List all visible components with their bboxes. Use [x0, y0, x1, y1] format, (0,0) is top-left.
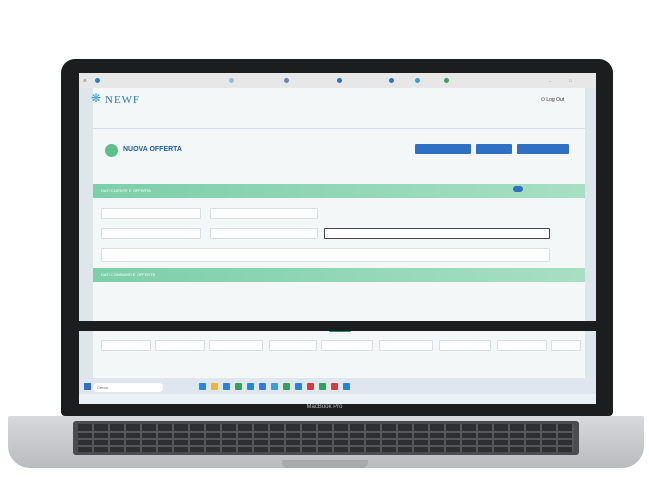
taskbar-app-icon[interactable]	[343, 383, 350, 390]
taskbar-app-icon[interactable]	[331, 383, 338, 390]
field[interactable]	[439, 340, 491, 351]
browser-menu-icon[interactable]: ☰	[83, 77, 87, 84]
section-title: DATI CONSUMO E OFFERTE	[101, 272, 156, 277]
client-field[interactable]	[101, 208, 201, 219]
field[interactable]	[321, 340, 373, 351]
keyboard-row-gap	[78, 438, 574, 440]
taskbar-app-icon[interactable]	[295, 383, 302, 390]
section-client-offer: DATI CLIENTE E OFFERTA	[93, 184, 585, 198]
field[interactable]	[497, 340, 547, 351]
field[interactable]	[101, 228, 201, 239]
screen: ☰ – □ ❋ NEWF ⏻ Log Out NUOVA OFFERTA DAT…	[79, 73, 596, 404]
page-left-margin	[79, 88, 93, 378]
field[interactable]	[155, 340, 205, 351]
header-button-1[interactable]	[415, 144, 471, 154]
browser-tab[interactable]	[444, 77, 450, 84]
logout-label: Log Out	[546, 97, 565, 103]
browser-tab-bar: ☰ – □	[79, 73, 596, 88]
notes-field[interactable]	[101, 248, 550, 262]
taskbar-app-icon[interactable]	[319, 383, 326, 390]
section-title: DATI CLIENTE E OFFERTA	[101, 188, 152, 193]
browser-tab[interactable]	[95, 77, 101, 84]
device-label: MacBook Pro	[306, 404, 343, 410]
page-title: NUOVA OFFERTA	[123, 146, 182, 153]
field[interactable]	[210, 228, 318, 239]
taskbar-search[interactable]: Cerca	[93, 383, 163, 392]
divider	[93, 128, 585, 129]
offer-select[interactable]	[210, 208, 318, 219]
page-icon	[105, 144, 118, 157]
screen-chin	[79, 321, 596, 331]
trackpad-notch	[282, 460, 368, 468]
field[interactable]	[101, 340, 151, 351]
browser-tab[interactable]	[229, 77, 235, 84]
header-button-2[interactable]	[476, 144, 512, 154]
header-button-3[interactable]	[517, 144, 569, 154]
taskbar-app-icon[interactable]	[271, 383, 278, 390]
keyboard-row-gap	[78, 445, 574, 447]
page-right-margin	[585, 88, 596, 378]
browser-tab[interactable]	[284, 77, 290, 84]
taskbar-app-icon[interactable]	[283, 383, 290, 390]
field[interactable]	[269, 340, 317, 351]
address-field[interactable]	[324, 228, 550, 239]
keyboard-row-gap	[78, 431, 574, 433]
brand-logo[interactable]: NEWF	[105, 94, 140, 106]
logout-link[interactable]: ⏻ Log Out	[541, 97, 564, 103]
page-content: ❋ NEWF ⏻ Log Out NUOVA OFFERTA DATI CLIE…	[91, 88, 585, 378]
taskbar-app-icon[interactable]	[199, 383, 206, 390]
windows-start-icon[interactable]	[84, 383, 91, 390]
taskbar-app-icon[interactable]	[307, 383, 314, 390]
section-consumption: DATI CONSUMO E OFFERTE	[93, 268, 585, 282]
power-icon: ⏻	[541, 97, 545, 103]
toggle-switch[interactable]	[513, 186, 523, 192]
folder-icon[interactable]	[211, 383, 218, 390]
sun-logo-icon: ❋	[91, 91, 102, 105]
browser-tab[interactable]	[389, 77, 395, 84]
field[interactable]	[209, 340, 263, 351]
taskbar-app-icon[interactable]	[247, 383, 254, 390]
taskbar-app-icon[interactable]	[235, 383, 242, 390]
browser-tab[interactable]	[337, 77, 343, 84]
browser-tab[interactable]	[415, 77, 421, 84]
field[interactable]	[551, 340, 581, 351]
field[interactable]	[379, 340, 433, 351]
restore-icon[interactable]: □	[569, 77, 571, 84]
taskbar-app-icon[interactable]	[223, 383, 230, 390]
minimize-icon[interactable]: –	[549, 77, 551, 84]
taskbar-app-icon[interactable]	[259, 383, 266, 390]
